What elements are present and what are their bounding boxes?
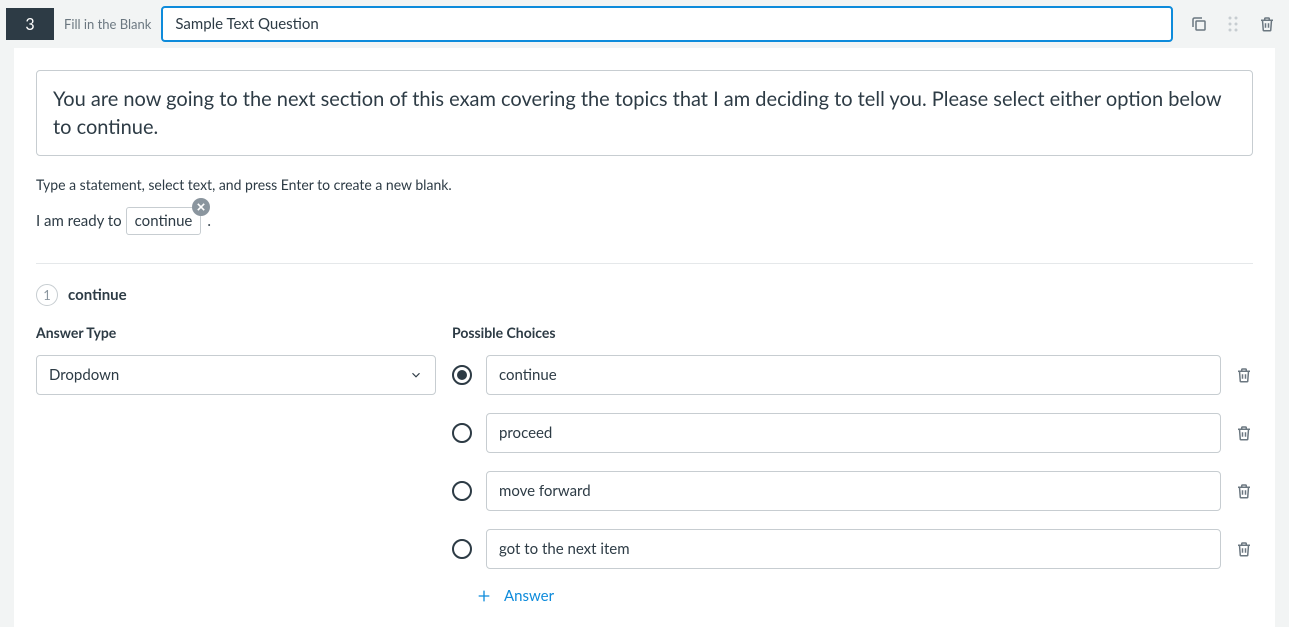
delete-choice-icon[interactable]	[1235, 366, 1253, 384]
question-number: 3	[6, 8, 54, 40]
choice-radio[interactable]	[452, 423, 472, 443]
question-stem[interactable]: You are now going to the next section of…	[36, 70, 1253, 156]
choice-row	[452, 529, 1253, 569]
blank-index: 1	[36, 284, 58, 306]
question-header: 3 Fill in the Blank	[0, 0, 1289, 48]
choice-row	[452, 471, 1253, 511]
choice-row	[452, 355, 1253, 395]
statement-row: I am ready to continue .	[36, 207, 1253, 235]
choice-input[interactable]	[486, 413, 1221, 453]
blank-header: 1 continue	[36, 284, 1253, 306]
delete-choice-icon[interactable]	[1235, 424, 1253, 442]
question-type-label: Fill in the Blank	[64, 16, 151, 32]
blank-name: continue	[68, 286, 127, 304]
duplicate-icon[interactable]	[1189, 14, 1209, 34]
add-answer-button[interactable]: Answer	[476, 587, 1253, 605]
add-answer-label: Answer	[504, 587, 554, 605]
delete-question-icon[interactable]	[1257, 14, 1277, 34]
statement-suffix: .	[207, 212, 211, 230]
delete-choice-icon[interactable]	[1235, 482, 1253, 500]
choice-radio[interactable]	[452, 539, 472, 559]
choice-radio[interactable]	[452, 365, 472, 385]
answer-type-dropdown[interactable]: Dropdown	[36, 355, 436, 395]
drag-handle-icon[interactable]	[1223, 14, 1243, 34]
blank-token[interactable]: continue	[126, 207, 202, 235]
answer-type-label: Answer Type	[36, 324, 436, 341]
possible-choices-label: Possible Choices	[452, 324, 1253, 341]
choice-input[interactable]	[486, 471, 1221, 511]
question-title-input[interactable]	[161, 6, 1173, 42]
choice-radio[interactable]	[452, 481, 472, 501]
statement-prefix: I am ready to	[36, 212, 122, 230]
blank-token-text: continue	[135, 212, 193, 230]
choice-input[interactable]	[486, 529, 1221, 569]
choice-row	[452, 413, 1253, 453]
delete-choice-icon[interactable]	[1235, 540, 1253, 558]
answer-type-value: Dropdown	[49, 366, 119, 384]
choice-input[interactable]	[486, 355, 1221, 395]
question-content: You are now going to the next section of…	[14, 48, 1275, 627]
divider	[36, 263, 1253, 264]
blank-hint-text: Type a statement, select text, and press…	[36, 176, 1253, 193]
plus-icon	[476, 588, 492, 604]
chevron-down-icon	[409, 368, 423, 382]
